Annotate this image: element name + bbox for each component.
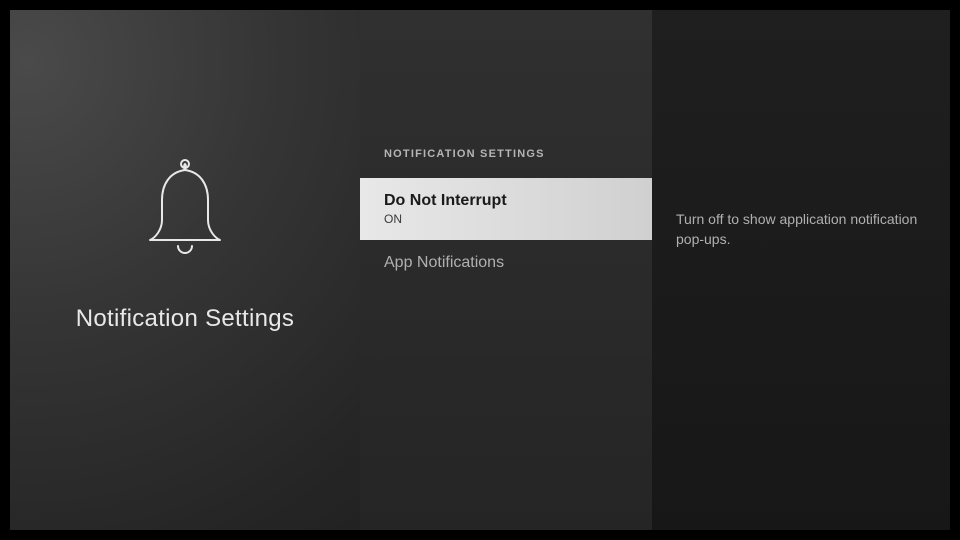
section-header: NOTIFICATION SETTINGS <box>360 148 652 178</box>
page-title: Notification Settings <box>76 305 294 333</box>
menu-item-title: Do Not Interrupt <box>384 192 628 210</box>
description-panel: Turn off to show application notificatio… <box>652 10 950 530</box>
item-description: Turn off to show application notificatio… <box>676 210 926 249</box>
menu-item-app-notifications[interactable]: App Notifications <box>360 240 652 286</box>
menu-item-subtitle: ON <box>384 212 628 226</box>
bell-icon <box>135 158 235 273</box>
left-panel: Notification Settings <box>10 10 360 530</box>
menu-panel: NOTIFICATION SETTINGS Do Not Interrupt O… <box>360 10 652 530</box>
menu-item-title: App Notifications <box>384 254 628 272</box>
menu-item-do-not-interrupt[interactable]: Do Not Interrupt ON <box>360 178 652 240</box>
settings-frame: Notification Settings NOTIFICATION SETTI… <box>10 10 950 530</box>
